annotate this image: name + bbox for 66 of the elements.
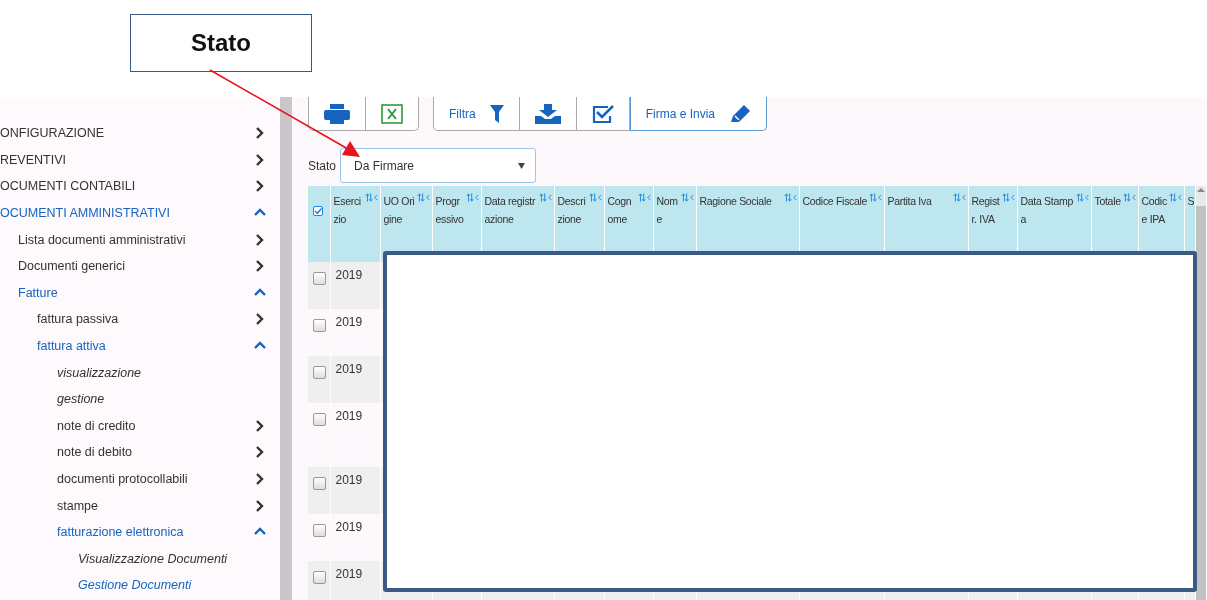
download-tray-icon: [534, 103, 561, 124]
table-cell: 2019: [335, 268, 363, 282]
sidebar-item[interactable]: documenti protocollabili: [0, 465, 280, 493]
chevron-right-icon: [254, 446, 266, 459]
status-dropdown[interactable]: Da Firmare: [340, 148, 537, 183]
sidebar-item[interactable]: OCUMENTI AMMINISTRATIVI: [0, 199, 280, 227]
funnel-icon: [489, 104, 504, 123]
chevron-right-icon: [254, 499, 266, 512]
toolbar-button[interactable]: Filtra: [433, 97, 520, 131]
table-cell: 2019: [335, 473, 363, 487]
chevron-right-icon: [254, 419, 266, 432]
table-cell: 2019: [335, 409, 363, 423]
callout-label: Stato: [130, 14, 312, 72]
printer-button[interactable]: [308, 97, 366, 131]
row-checkbox[interactable]: [313, 477, 326, 490]
scrollbar[interactable]: [280, 97, 292, 600]
scroll-up-icon: [1195, 186, 1206, 194]
table-cell: 2019: [335, 362, 363, 376]
dropdown-arrow-icon: [518, 162, 526, 169]
column-header[interactable]: Totale: [1094, 192, 1121, 210]
sidebar-item[interactable]: REVENTIVI: [0, 146, 280, 174]
checkbox-icon: [591, 103, 614, 124]
download-tray-button[interactable]: [519, 97, 577, 131]
row-checkbox[interactable]: [313, 524, 326, 537]
chevron-right-icon: [254, 153, 266, 166]
row-checkbox[interactable]: [313, 272, 326, 285]
sidebar-item[interactable]: Gestione Documenti: [0, 572, 280, 599]
chevron-right-icon: [254, 127, 266, 140]
table-cell: 2019: [335, 520, 363, 534]
chevron-right-icon: [254, 260, 266, 273]
table-cell: 2019: [335, 567, 363, 581]
toolbar-button[interactable]: Firma e Invia: [629, 97, 768, 131]
sidebar-item[interactable]: Documenti generici: [0, 252, 280, 280]
row-checkbox[interactable]: [313, 319, 326, 332]
sidebar-item[interactable]: note di debito: [0, 439, 280, 466]
sidebar-item[interactable]: stampe: [0, 492, 280, 519]
pencil-icon: [729, 103, 752, 124]
sidebar-item[interactable]: fattura passiva: [0, 306, 280, 333]
field-label: Stato: [308, 158, 337, 173]
sidebar-item[interactable]: fatturazione elettronica: [0, 518, 280, 546]
row-checkbox[interactable]: [313, 571, 326, 584]
column-header[interactable]: Codice Fiscale: [802, 192, 868, 210]
chevron-right-icon: [254, 313, 266, 326]
sidebar-item[interactable]: fattura attiva: [0, 332, 280, 360]
checkbox-button[interactable]: [576, 97, 630, 131]
column-header[interactable]: Partita Iva: [887, 192, 932, 210]
sidebar-item[interactable]: Fatture: [0, 279, 280, 307]
chevron-right-icon: [254, 180, 266, 193]
chevron-right-icon: [254, 473, 266, 485]
sidebar-item[interactable]: Lista documenti amministrativi: [0, 226, 280, 253]
column-header[interactable]: Ragione Sociale: [699, 192, 772, 210]
sidebar-item[interactable]: Visualizzazione Documenti: [0, 545, 280, 573]
printer-icon: [324, 103, 350, 124]
sidebar-item[interactable]: note di credito: [0, 412, 280, 440]
spreadsheet-icon: [381, 103, 403, 124]
spreadsheet-button[interactable]: [366, 97, 419, 131]
sidebar-item[interactable]: OCUMENTI CONTABILI: [0, 173, 280, 200]
table-cell: 2019: [335, 315, 363, 329]
column-header[interactable]: S: [1187, 192, 1194, 210]
sidebar-item[interactable]: ONFIGURAZIONE: [0, 120, 280, 147]
row-checkbox[interactable]: [313, 366, 326, 379]
sidebar-item[interactable]: gestione: [0, 385, 280, 413]
row-checkbox[interactable]: [313, 413, 326, 426]
chevron-right-icon: [254, 233, 266, 246]
checkbox-icon[interactable]: [313, 206, 323, 216]
sidebar-item[interactable]: visualizzazione: [0, 359, 280, 386]
